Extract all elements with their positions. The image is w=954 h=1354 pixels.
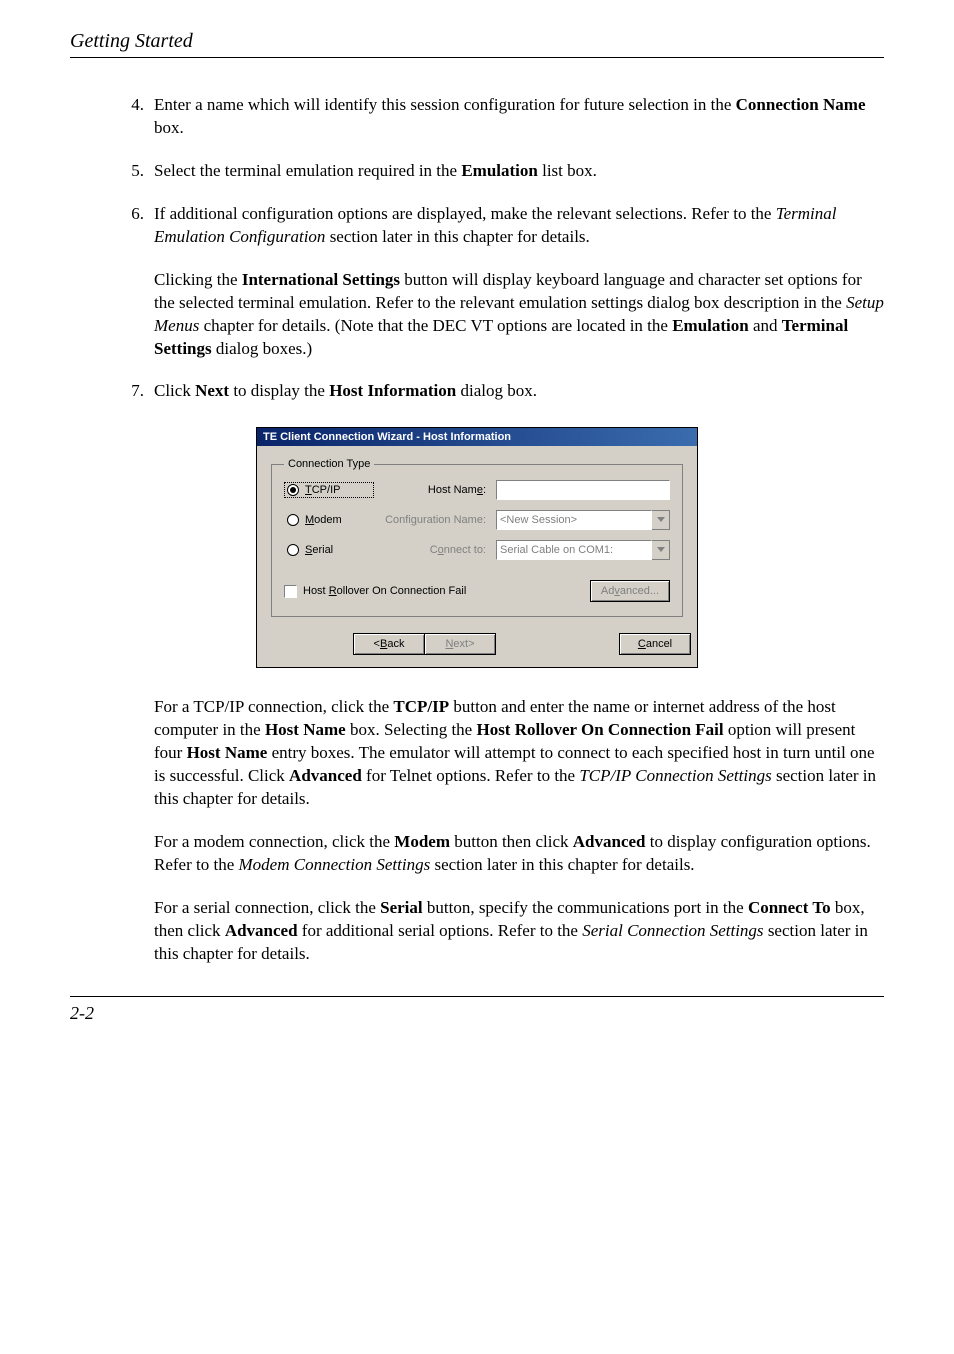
tcpip-paragraph: For a TCP/IP connection, click the TCP/I… (154, 696, 884, 811)
connect-to-select (496, 540, 670, 560)
radio-serial-input[interactable] (287, 544, 299, 556)
step-7: 7. Click Next to display the Host Inform… (104, 380, 884, 403)
advanced-button: Advanced... (590, 580, 670, 602)
modem-paragraph: For a modem connection, click the Modem … (154, 831, 884, 877)
step-number: 7. (104, 380, 144, 403)
step-6-continuation: Clicking the International Settings butt… (154, 269, 884, 361)
step-text: Enter a name which will identify this se… (154, 94, 884, 140)
step-number: 6. (104, 203, 144, 249)
step-5: 5. Select the terminal emulation require… (104, 160, 884, 183)
chevron-down-icon (652, 510, 670, 530)
step-text: If additional configuration options are … (154, 203, 884, 249)
connection-type-legend: Connection Type (284, 458, 374, 470)
step-text: Click Next to display the Host Informati… (154, 380, 884, 403)
dialog-titlebar: TE Client Connection Wizard - Host Infor… (257, 428, 697, 446)
configuration-name-label: Configuration Name: (380, 514, 490, 526)
step-text: Select the terminal emulation required i… (154, 160, 884, 183)
step-6: 6. If additional configuration options a… (104, 203, 884, 249)
host-rollover-checkbox[interactable]: Host Rollover On Connection Fail (284, 585, 466, 598)
connect-to-value (496, 540, 652, 560)
connection-type-group: Connection Type TTCP/IPCP/IP Host Name: … (271, 458, 683, 617)
connect-to-label: Connect to: (380, 544, 490, 556)
host-rollover-input[interactable] (284, 585, 297, 598)
step-4: 4. Enter a name which will identify this… (104, 94, 884, 140)
radio-modem-input[interactable] (287, 514, 299, 526)
page-number: 2-2 (70, 1003, 884, 1024)
host-name-label: Host Name: (380, 484, 490, 496)
step-number: 5. (104, 160, 144, 183)
radio-modem[interactable]: Modem (284, 512, 374, 528)
serial-paragraph: For a serial connection, click the Seria… (154, 897, 884, 966)
back-button[interactable]: <Back (353, 633, 425, 655)
next-button: Next> (424, 633, 496, 655)
host-name-input[interactable] (496, 480, 670, 500)
footer-rule (70, 996, 884, 997)
cancel-button[interactable]: Cancel (619, 633, 691, 655)
radio-tcpip[interactable]: TTCP/IPCP/IP (284, 482, 374, 498)
configuration-name-value (496, 510, 652, 530)
radio-serial[interactable]: Serial (284, 542, 374, 558)
chevron-down-icon (652, 540, 670, 560)
configuration-name-select (496, 510, 670, 530)
radio-tcpip-input[interactable] (287, 484, 299, 496)
step-number: 4. (104, 94, 144, 140)
host-information-dialog: TE Client Connection Wizard - Host Infor… (256, 427, 698, 668)
chapter-title: Getting Started (70, 30, 884, 58)
